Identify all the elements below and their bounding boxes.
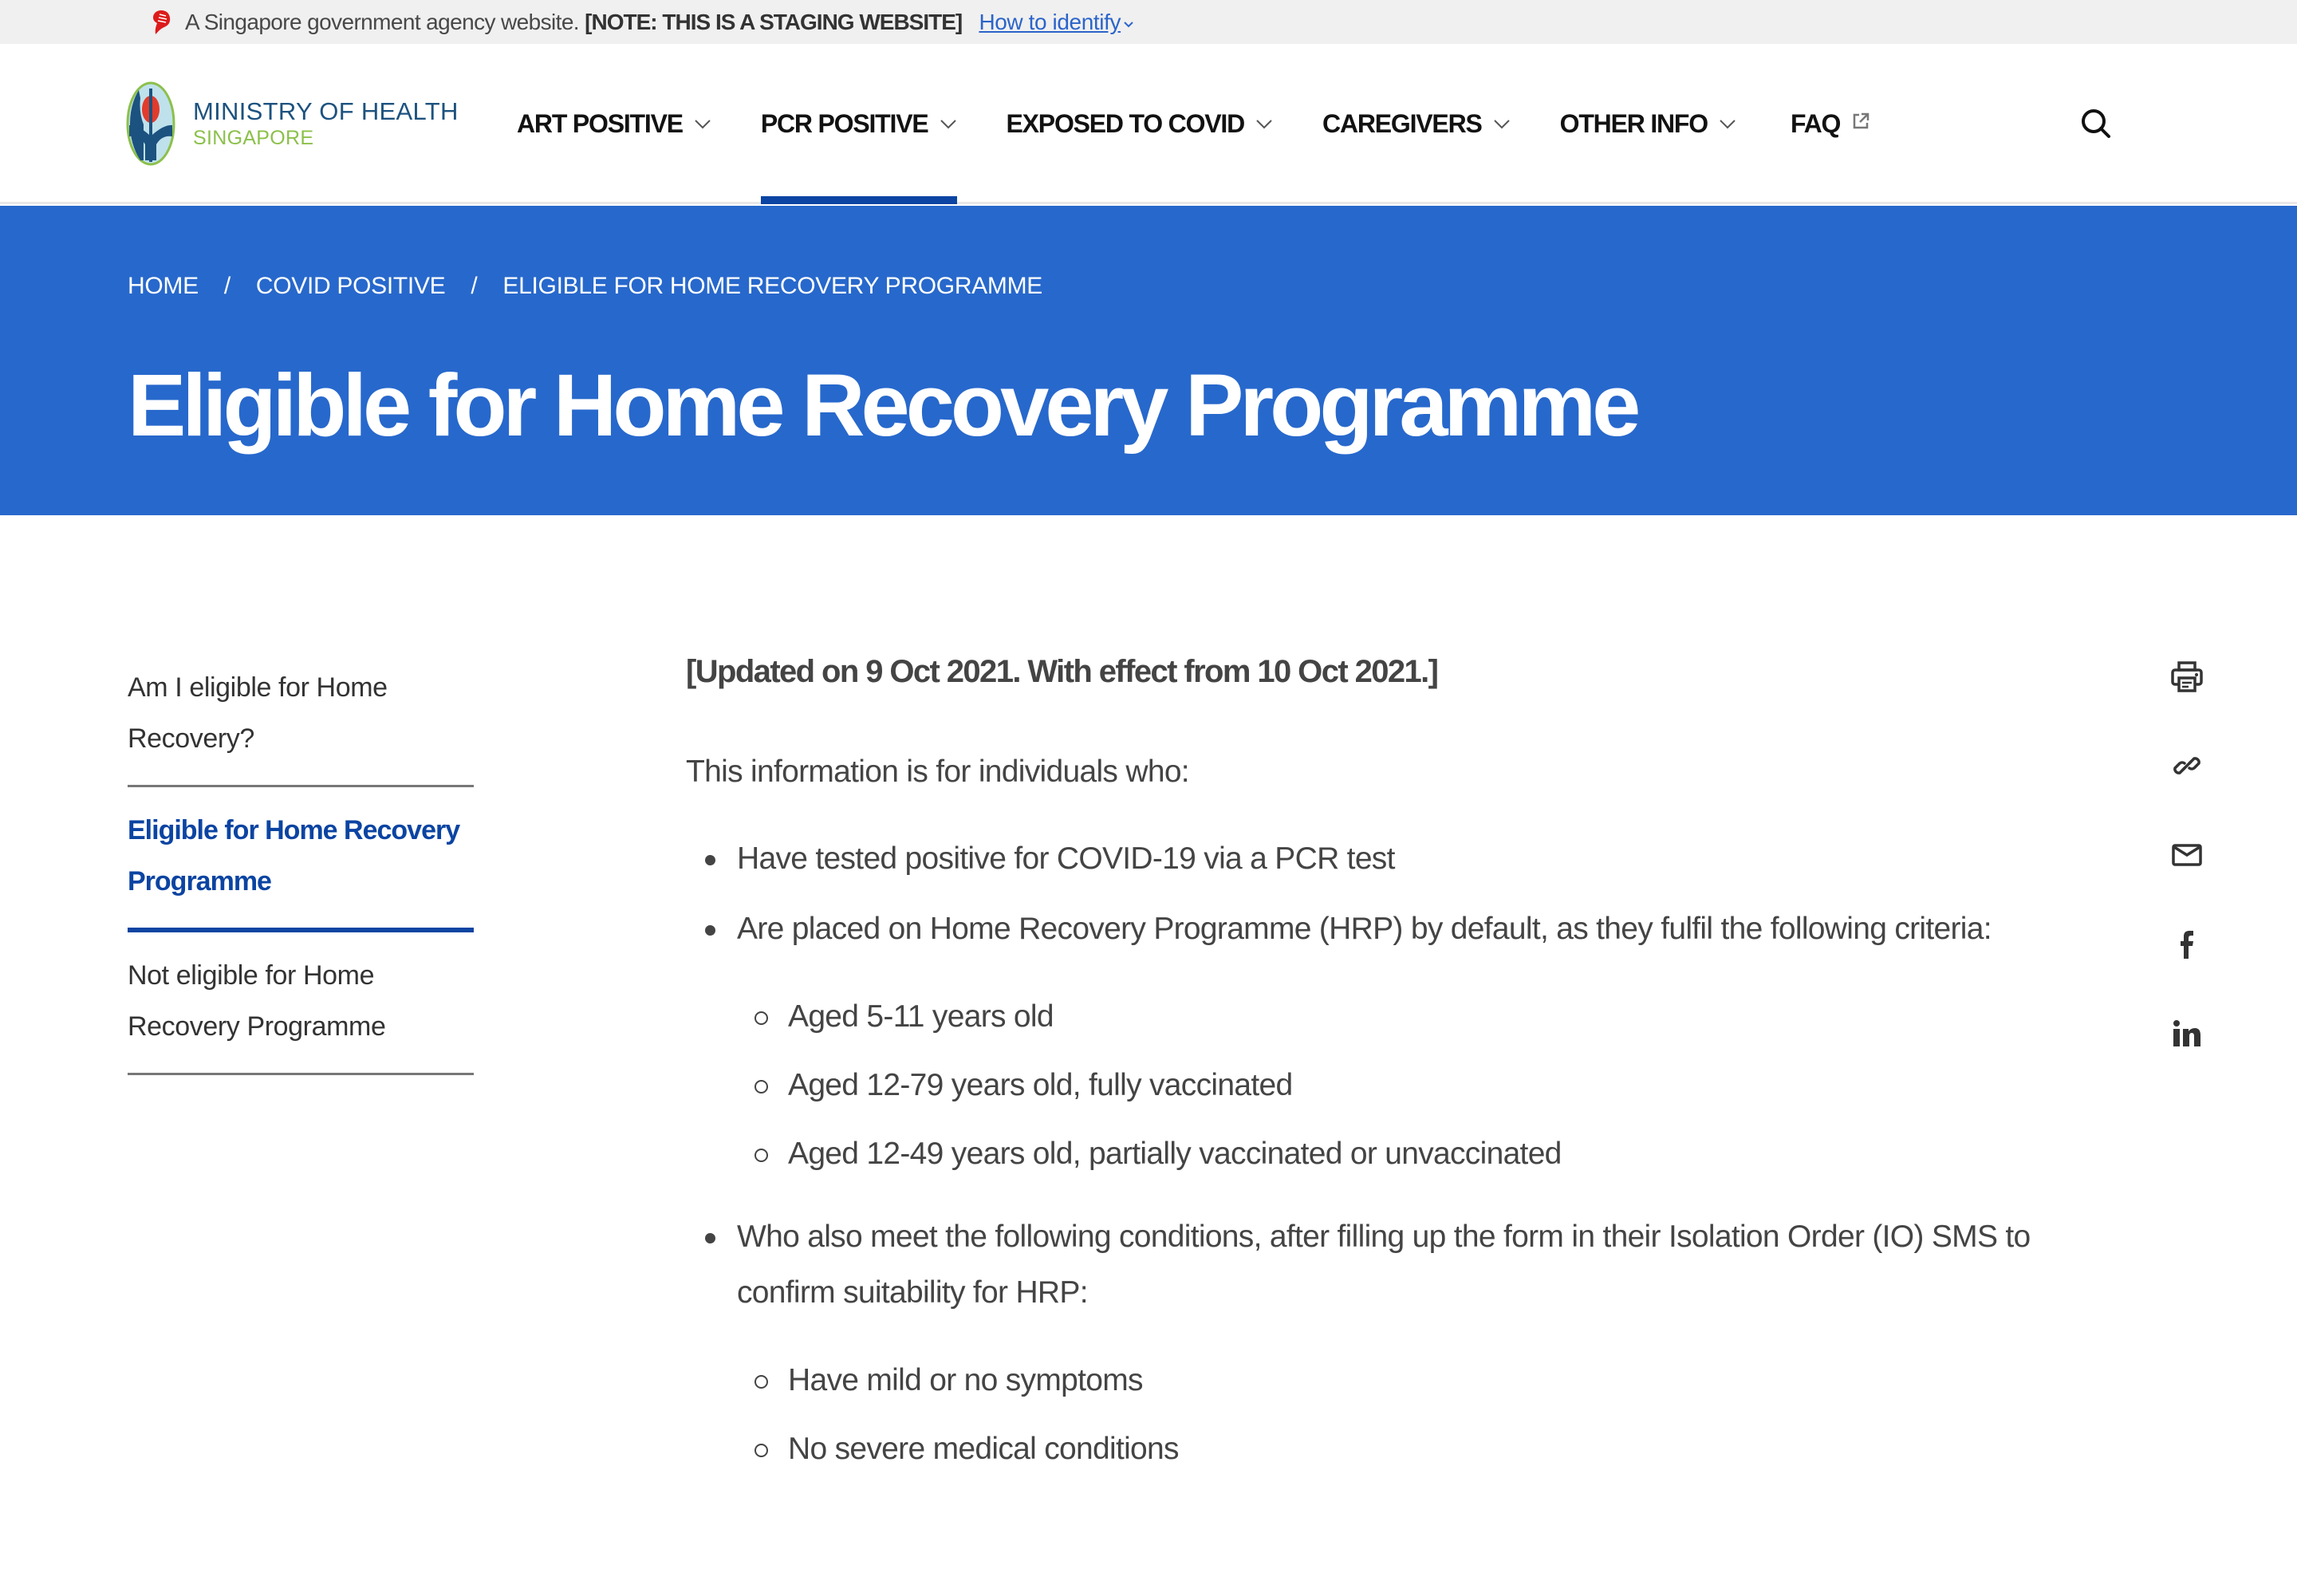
- sub-list-item: Aged 5-11 years old: [737, 989, 2042, 1045]
- email-icon[interactable]: [2169, 837, 2204, 873]
- nav-caregivers[interactable]: CAREGIVERS: [1322, 44, 1511, 204]
- sub-list-item: Aged 12-79 years old, fully vaccinated: [737, 1058, 2042, 1113]
- intro-text: This information is for individuals who:: [686, 755, 1190, 789]
- staging-note: [NOTE: THIS IS A STAGING WEBSITE]: [585, 10, 963, 34]
- nav-other-info[interactable]: OTHER INFO: [1560, 44, 1736, 204]
- list-item: Have tested positive for COVID-19 via a …: [686, 831, 2042, 887]
- moh-emblem-icon: [126, 81, 175, 166]
- list-item: Are placed on Home Recovery Programme (H…: [686, 901, 2042, 1182]
- moh-logo[interactable]: MINISTRY OF HEALTH SINGAPORE: [126, 81, 459, 167]
- copy-link-icon[interactable]: [2169, 748, 2204, 783]
- sub-list-item: No severe medical conditions: [737, 1421, 2042, 1477]
- main-nav: ART POSITIVE PCR POSITIVE EXPOSED TO COV…: [517, 44, 1870, 204]
- list-item: Who also meet the following conditions, …: [686, 1209, 2042, 1477]
- share-toolbar: [2169, 659, 2208, 1105]
- nav-exposed-to-covid[interactable]: EXPOSED TO COVID: [1007, 44, 1274, 204]
- linkedin-icon[interactable]: [2169, 1016, 2204, 1051]
- breadcrumb: HOME / COVID POSITIVE / ELIGIBLE FOR HOM…: [128, 273, 1042, 300]
- breadcrumb-current: ELIGIBLE FOR HOME RECOVERY PROGRAMME: [502, 273, 1042, 299]
- lion-head-crest-icon: [153, 10, 171, 34]
- sidebar-item-eligible-hrp[interactable]: Eligible for Home Recovery Programme: [128, 805, 474, 932]
- breadcrumb-separator: /: [471, 273, 478, 299]
- main-content: [Updated on 9 Oct 2021. With effect from…: [686, 644, 2042, 1504]
- print-icon[interactable]: [2169, 659, 2204, 694]
- chevron-down-icon: [1493, 119, 1510, 128]
- chevron-down-icon: [1256, 119, 1272, 128]
- chevron-down-icon: [695, 119, 711, 128]
- side-navigation: Am I eligible for Home Recovery? Eligibl…: [128, 662, 474, 1093]
- page-hero: HOME / COVID POSITIVE / ELIGIBLE FOR HOM…: [0, 206, 2297, 515]
- government-masthead: A Singapore government agency website. […: [0, 0, 2297, 44]
- logo-subtitle: SINGAPORE: [193, 127, 314, 149]
- sub-list-item: Have mild or no symptoms: [737, 1353, 2042, 1409]
- criteria-list: Have tested positive for COVID-19 via a …: [686, 831, 2042, 1477]
- chevron-down-icon: [1720, 119, 1736, 128]
- breadcrumb-covid-positive[interactable]: COVID POSITIVE: [256, 273, 446, 300]
- chevron-down-icon: [940, 119, 956, 128]
- breadcrumb-separator: /: [223, 273, 230, 299]
- sub-list: Have mild or no symptoms No severe medic…: [737, 1353, 2042, 1477]
- breadcrumb-home[interactable]: HOME: [128, 273, 199, 300]
- sub-list: Aged 5-11 years old Aged 12-79 years old…: [737, 989, 2042, 1182]
- nav-faq[interactable]: FAQ: [1791, 44, 1870, 204]
- nav-pcr-positive[interactable]: PCR POSITIVE: [760, 44, 957, 204]
- updated-notice: [Updated on 9 Oct 2021. With effect from…: [686, 654, 1439, 689]
- sub-list-item: Aged 12-49 years old, partially vaccinat…: [737, 1126, 2042, 1182]
- how-to-identify-link[interactable]: How to identify: [979, 10, 1135, 34]
- external-link-icon: [1853, 112, 1870, 128]
- search-icon[interactable]: [2078, 106, 2114, 141]
- page-title: Eligible for Home Recovery Programme: [128, 357, 1641, 455]
- nav-art-positive[interactable]: ART POSITIVE: [517, 44, 711, 204]
- facebook-icon[interactable]: [2169, 927, 2204, 962]
- chevron-down-icon: [1124, 21, 1133, 28]
- site-header: MINISTRY OF HEALTH SINGAPORE ART POSITIV…: [0, 44, 2297, 204]
- sidebar-item-not-eligible-hrp[interactable]: Not eligible for Home Recovery Programme: [128, 950, 474, 1075]
- masthead-text: A Singapore government agency website.: [185, 10, 580, 34]
- sidebar-item-am-i-eligible[interactable]: Am I eligible for Home Recovery?: [128, 662, 474, 787]
- logo-title: MINISTRY OF HEALTH: [193, 97, 459, 125]
